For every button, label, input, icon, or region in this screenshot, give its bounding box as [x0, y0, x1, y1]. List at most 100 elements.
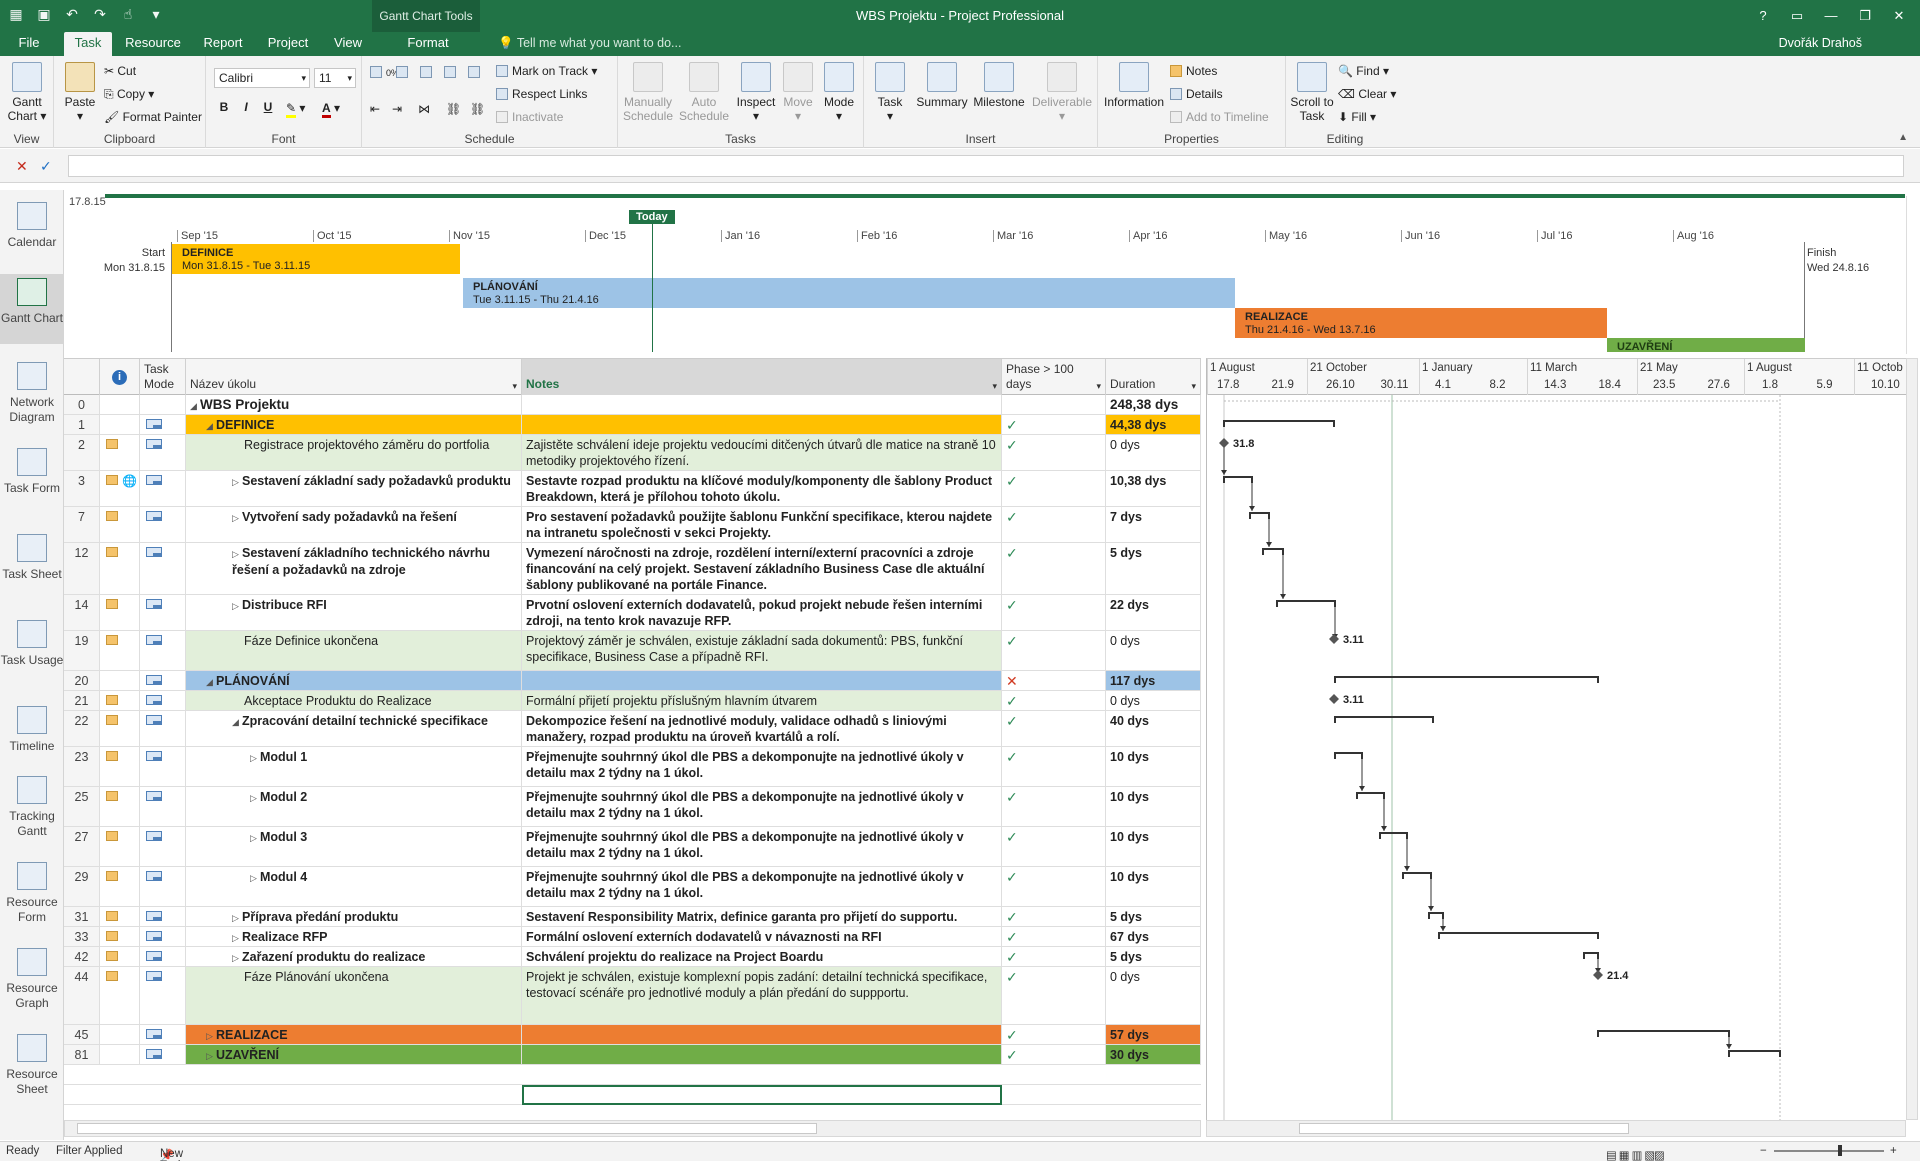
task-name-cell[interactable]: ◢ WBS Projektu [186, 395, 522, 414]
insert-deliverable-button[interactable]: Deliverable ▾ [1030, 62, 1094, 123]
zoom-slider-thumb[interactable] [1838, 1145, 1842, 1156]
duration-cell[interactable]: 0 dys [1106, 691, 1201, 710]
table-row[interactable]: 29 ▷ Modul 4 Přejmenujte souhrnný úkol dle … [64, 867, 1201, 907]
table-row[interactable]: 31 ▷ Příprava předání produktu Sestavení Re… [64, 907, 1201, 927]
expand-icon[interactable]: ▷ [232, 598, 242, 614]
row-id-cell[interactable]: 1 [64, 415, 100, 434]
notes-cell[interactable]: Sestavte rozpad produktu na klíčové modu… [522, 471, 1002, 506]
indicators-cell[interactable] [100, 711, 140, 746]
timeline-bar[interactable]: REALIZACE Thu 21.4.16 - Wed 13.7.16 [1235, 308, 1607, 338]
split-icon[interactable]: ⋈ [418, 100, 430, 118]
timeline-bar[interactable]: DEFINICE Mon 31.8.15 - Tue 3.11.15 [172, 244, 460, 274]
font-color-button[interactable]: A ▾ [322, 99, 340, 118]
notes-cell[interactable] [522, 415, 1002, 434]
table-row[interactable]: 3 🌐 ▷ Sestavení základní sady požadavků pro… [64, 471, 1201, 507]
duration-cell[interactable]: 30 dys [1106, 1045, 1201, 1064]
task-name-cell[interactable]: ▷ Modul 1 [186, 747, 522, 786]
notes-cell[interactable]: Přejmenujte souhrnný úkol dle PBS a deko… [522, 827, 1002, 866]
notes-cell[interactable] [522, 1025, 1002, 1044]
details-button[interactable]: Details [1170, 85, 1223, 103]
clear-button[interactable]: ⌫ Clear ▾ [1338, 85, 1396, 103]
expand-icon[interactable]: ▷ [250, 870, 260, 886]
note-indicator-icon[interactable] [106, 439, 118, 449]
fill-button[interactable]: ⬇ Fill ▾ [1338, 108, 1376, 126]
signed-in-user[interactable]: Dvořák Drahoš [1779, 32, 1862, 54]
task-name-cell[interactable]: ▷ Sestavení základního technického návrhu… [186, 543, 522, 594]
empty-row[interactable] [64, 1085, 1201, 1105]
task-name-cell[interactable]: Akceptace Produktu do Realizace [186, 691, 522, 710]
phase-cell[interactable]: ✓ [1002, 1025, 1106, 1044]
phase-cell[interactable]: ✕ [1002, 671, 1106, 690]
task-mode-cell[interactable] [140, 747, 186, 786]
highlight-color-button[interactable]: ✎ ▾ [286, 99, 305, 118]
duration-cell[interactable]: 67 dys [1106, 927, 1201, 946]
table-row[interactable]: 2 Registrace projektového záměru do portf… [64, 435, 1201, 471]
mode-button[interactable]: Mode ▾ [818, 62, 860, 123]
respect-links-button[interactable]: Respect Links [496, 85, 587, 103]
view-timeline[interactable]: Timeline [0, 706, 64, 754]
expand-icon[interactable]: ▷ [232, 474, 242, 490]
note-indicator-icon[interactable] [106, 951, 118, 961]
link-icon[interactable]: ⛓ [446, 100, 461, 118]
expand-icon[interactable]: ▷ [250, 830, 260, 846]
table-row[interactable]: 33 ▷ Realizace RFP Formální oslovení extern… [64, 927, 1201, 947]
duration-cell[interactable]: 0 dys [1106, 967, 1201, 1024]
duration-cell[interactable]: 7 dys [1106, 507, 1201, 542]
tab-project[interactable]: Project [258, 32, 318, 56]
expand-icon[interactable]: ▷ [232, 546, 242, 562]
notes-button[interactable]: Notes [1170, 62, 1217, 80]
view-task-sheet[interactable]: Task Sheet [0, 534, 64, 582]
collapse-ribbon-icon[interactable]: ▲ [1898, 132, 1908, 143]
task-name-cell[interactable]: ▷ Realizace RFP [186, 927, 522, 946]
task-name-cell[interactable]: ▷ Modul 4 [186, 867, 522, 906]
pct-complete-100[interactable] [468, 64, 484, 82]
indicators-cell[interactable] [100, 787, 140, 826]
phase-cell[interactable]: ✓ [1002, 907, 1106, 926]
note-indicator-icon[interactable] [106, 751, 118, 761]
duration-header[interactable]: Duration ▾ [1106, 359, 1201, 395]
collapse-icon[interactable]: ◢ [190, 398, 200, 414]
task-name-cell[interactable]: ▷ Modul 2 [186, 787, 522, 826]
task-mode-cell[interactable] [140, 415, 186, 434]
notes-cell[interactable] [522, 395, 1002, 414]
view-tracking-gantt[interactable]: Tracking Gantt [0, 776, 64, 839]
table-row[interactable]: 19 Fáze Definice ukončena Projektový záměr… [64, 631, 1201, 671]
task-mode-cell[interactable] [140, 671, 186, 690]
move-button[interactable]: Move ▾ [778, 62, 818, 123]
note-indicator-icon[interactable] [106, 971, 118, 981]
task-name-cell[interactable]: ▷ UZAVŘENÍ [186, 1045, 522, 1064]
duration-cell[interactable]: 0 dys [1106, 631, 1201, 670]
manually-schedule-button[interactable]: Manually Schedule [620, 62, 676, 123]
phase-cell[interactable]: ✓ [1002, 1045, 1106, 1064]
row-id-cell[interactable]: 33 [64, 927, 100, 946]
row-id-cell[interactable]: 7 [64, 507, 100, 542]
phase-cell[interactable]: ✓ [1002, 827, 1106, 866]
row-id-cell[interactable]: 25 [64, 787, 100, 826]
unlink-icon[interactable]: ⛓ [470, 100, 485, 118]
phase-cell[interactable]: ✓ [1002, 415, 1106, 434]
phase-cell[interactable]: ✓ [1002, 691, 1106, 710]
row-id-cell[interactable]: 14 [64, 595, 100, 630]
phase-cell[interactable]: ✓ [1002, 595, 1106, 630]
add-to-timeline-button[interactable]: Add to Timeline [1170, 108, 1269, 126]
row-id-cell[interactable]: 42 [64, 947, 100, 966]
row-id-cell[interactable]: 21 [64, 691, 100, 710]
indicators-cell[interactable]: 🌐 [100, 471, 140, 506]
notes-cell[interactable]: Přejmenujte souhrnný úkol dle PBS a deko… [522, 787, 1002, 826]
indicators-cell[interactable] [100, 435, 140, 470]
format-painter-button[interactable]: 🖌 Format Painter [104, 108, 202, 126]
phase-cell[interactable]: ✓ [1002, 747, 1106, 786]
duration-cell[interactable]: 10 dys [1106, 787, 1201, 826]
row-id-cell[interactable]: 27 [64, 827, 100, 866]
insert-task-button[interactable]: Task ▾ [870, 62, 910, 123]
gantt-view-shortcut-icon[interactable]: ▤ [1606, 1148, 1617, 1161]
view-resource-sheet[interactable]: Resource Sheet [0, 1034, 64, 1097]
cancel-entry-icon[interactable]: ✕ [16, 158, 28, 175]
task-name-cell[interactable]: ▷ Vytvoření sady požadavků na řešení [186, 507, 522, 542]
table-row[interactable]: 27 ▷ Modul 3 Přejmenujte souhrnný úkol dle … [64, 827, 1201, 867]
notes-cell[interactable] [522, 1045, 1002, 1064]
row-id-cell[interactable]: 12 [64, 543, 100, 594]
inactivate-button[interactable]: Inactivate [496, 108, 563, 126]
expand-icon[interactable]: ▷ [232, 510, 242, 526]
team-planner-shortcut-icon[interactable]: ▥ [1632, 1148, 1643, 1161]
